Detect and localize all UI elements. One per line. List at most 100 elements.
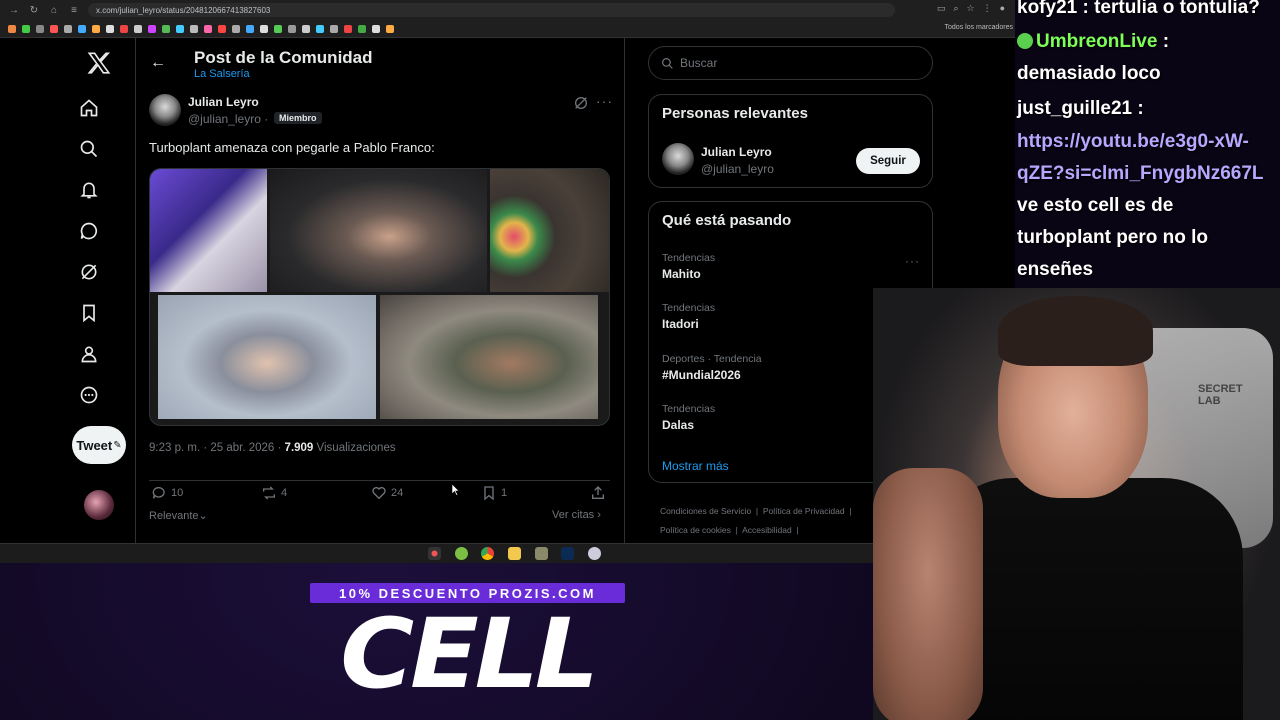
share-icon [592, 486, 604, 499]
bookmark-icon[interactable] [302, 24, 310, 33]
bookmark-icon[interactable] [190, 24, 198, 33]
bookmark-icon[interactable] [232, 24, 240, 33]
bookmark-icon[interactable] [358, 24, 366, 33]
bookmark-icon[interactable] [22, 24, 30, 33]
trend-category: Deportes · Tendencia [662, 353, 762, 365]
bookmark-icon[interactable] [120, 24, 128, 33]
bookmark-icon[interactable] [344, 24, 352, 33]
repost-button[interactable]: 4 [261, 485, 287, 501]
bookmark-icon[interactable] [176, 24, 184, 33]
search-input[interactable]: Buscar [648, 46, 933, 80]
bookmark-icon[interactable] [316, 24, 324, 33]
post-media-grid[interactable] [149, 168, 610, 426]
author-avatar[interactable] [149, 94, 181, 126]
x-logo-icon[interactable] [86, 50, 112, 76]
bookmark-icon[interactable] [218, 24, 226, 33]
install-icon[interactable]: ▭ [937, 3, 946, 14]
profile-nav-icon[interactable] [78, 343, 100, 365]
bookmark-icon[interactable] [288, 24, 296, 33]
media-image[interactable] [490, 169, 609, 292]
trend-item[interactable]: Tendencias Mahito [662, 252, 715, 281]
explore-search-icon[interactable] [78, 138, 100, 160]
bookmark-icon[interactable] [78, 24, 86, 33]
extensions-icon[interactable]: ⋮ [983, 3, 992, 14]
show-more-link[interactable]: Mostrar más [662, 459, 729, 473]
home-icon[interactable]: ⌂ [48, 5, 60, 16]
media-image[interactable] [270, 169, 487, 292]
relevant-person-name[interactable]: Julian Leyro [701, 145, 772, 159]
bookmark-icon[interactable] [92, 24, 100, 33]
trend-more-icon[interactable]: ··· [905, 254, 920, 268]
trend-item[interactable]: Tendencias Itadori [662, 302, 715, 331]
more-options-icon[interactable] [78, 384, 100, 406]
post-column: ← Post de la Comunidad La Salsería Julia… [135, 38, 625, 543]
folder-icon[interactable] [508, 547, 521, 560]
author-handle[interactable]: @julian_leyro · [188, 112, 268, 126]
app-icon[interactable] [428, 547, 441, 560]
trend-item[interactable]: Tendencias Dalas [662, 403, 715, 432]
relevant-person-avatar[interactable] [662, 143, 694, 175]
trend-item[interactable]: Deportes · Tendencia #Mundial2026 [662, 353, 762, 382]
bookmark-icon[interactable] [148, 24, 156, 33]
community-link[interactable]: La Salsería [194, 68, 250, 80]
chevron-down-icon: ⌄ [198, 510, 208, 522]
share-button[interactable] [590, 485, 606, 501]
home-nav-icon[interactable] [78, 97, 100, 119]
bookmark-icon[interactable] [50, 24, 58, 33]
post-actions: 10 4 24 1 [149, 480, 610, 501]
bookmark-icon[interactable] [204, 24, 212, 33]
photoshop-icon[interactable] [561, 547, 574, 560]
bookmark-icon[interactable] [8, 24, 16, 33]
relevant-person-handle[interactable]: @julian_leyro [701, 162, 774, 176]
footer-link[interactable]: Política de cookies [660, 525, 731, 535]
post-more-icon[interactable]: ··· [596, 93, 613, 109]
post-timestamp[interactable]: 9:23 p. m. · 25 abr. 2026 · [149, 442, 281, 454]
bookmark-icon[interactable] [134, 24, 142, 33]
reload-icon[interactable]: ↻ [28, 5, 40, 16]
footer-link[interactable]: Condiciones de Servicio [660, 506, 751, 516]
footer-link[interactable]: Accesibilidad [742, 525, 792, 535]
grok-explain-icon[interactable] [573, 95, 589, 111]
grok-icon[interactable] [78, 261, 100, 283]
bookmark-icon[interactable] [36, 24, 44, 33]
footer-link[interactable]: Política de Privacidad [763, 506, 845, 516]
app-icon[interactable] [455, 547, 468, 560]
media-image[interactable] [380, 295, 598, 419]
trends-title: Qué está pasando [662, 212, 792, 229]
bookmark-icon[interactable] [386, 24, 394, 33]
repost-count: 4 [281, 487, 288, 499]
bookmarks-nav-icon[interactable] [78, 302, 100, 324]
zoom-icon[interactable]: ⌕ [953, 3, 958, 14]
media-image[interactable] [150, 169, 267, 292]
sort-dropdown[interactable]: Relevante⌄ [149, 509, 208, 522]
site-info-icon[interactable]: ≡ [68, 5, 80, 16]
messages-chat-icon[interactable] [78, 220, 100, 242]
star-icon[interactable]: ☆ [966, 3, 974, 14]
bookmark-icon[interactable] [260, 24, 268, 33]
forward-icon[interactable]: → [8, 5, 20, 16]
bookmark-icon[interactable] [246, 24, 254, 33]
bookmark-icon[interactable] [274, 24, 282, 33]
chrome-icon[interactable] [481, 547, 494, 560]
bookmark-icon[interactable] [162, 24, 170, 33]
tweet-button[interactable]: Tweet ✎ [72, 426, 126, 464]
bookmark-icon[interactable] [372, 24, 380, 33]
account-avatar[interactable] [84, 490, 114, 520]
bookmark-icon[interactable] [64, 24, 72, 33]
view-quotes-link[interactable]: Ver citas › [552, 509, 601, 521]
bookmark-icon[interactable] [330, 24, 338, 33]
notifications-bell-icon[interactable] [78, 179, 100, 201]
bookmark-button[interactable]: 1 [481, 485, 507, 501]
address-bar[interactable]: x.com/julian_leyro/status/20481206674138… [88, 3, 895, 17]
profile-icon[interactable]: ● [1000, 3, 1005, 14]
media-image[interactable] [158, 295, 376, 419]
author-name[interactable]: Julian Leyro [188, 95, 259, 109]
bookmark-icon[interactable] [106, 24, 114, 33]
all-bookmarks-label[interactable]: Todos los marcadores [945, 24, 1013, 31]
back-arrow-icon[interactable]: ← [150, 54, 166, 72]
reply-button[interactable]: 10 [151, 485, 183, 501]
like-button[interactable]: 24 [371, 485, 403, 501]
app-icon[interactable] [535, 547, 548, 560]
follow-button[interactable]: Seguir [856, 148, 920, 174]
app-icon[interactable] [588, 547, 601, 560]
